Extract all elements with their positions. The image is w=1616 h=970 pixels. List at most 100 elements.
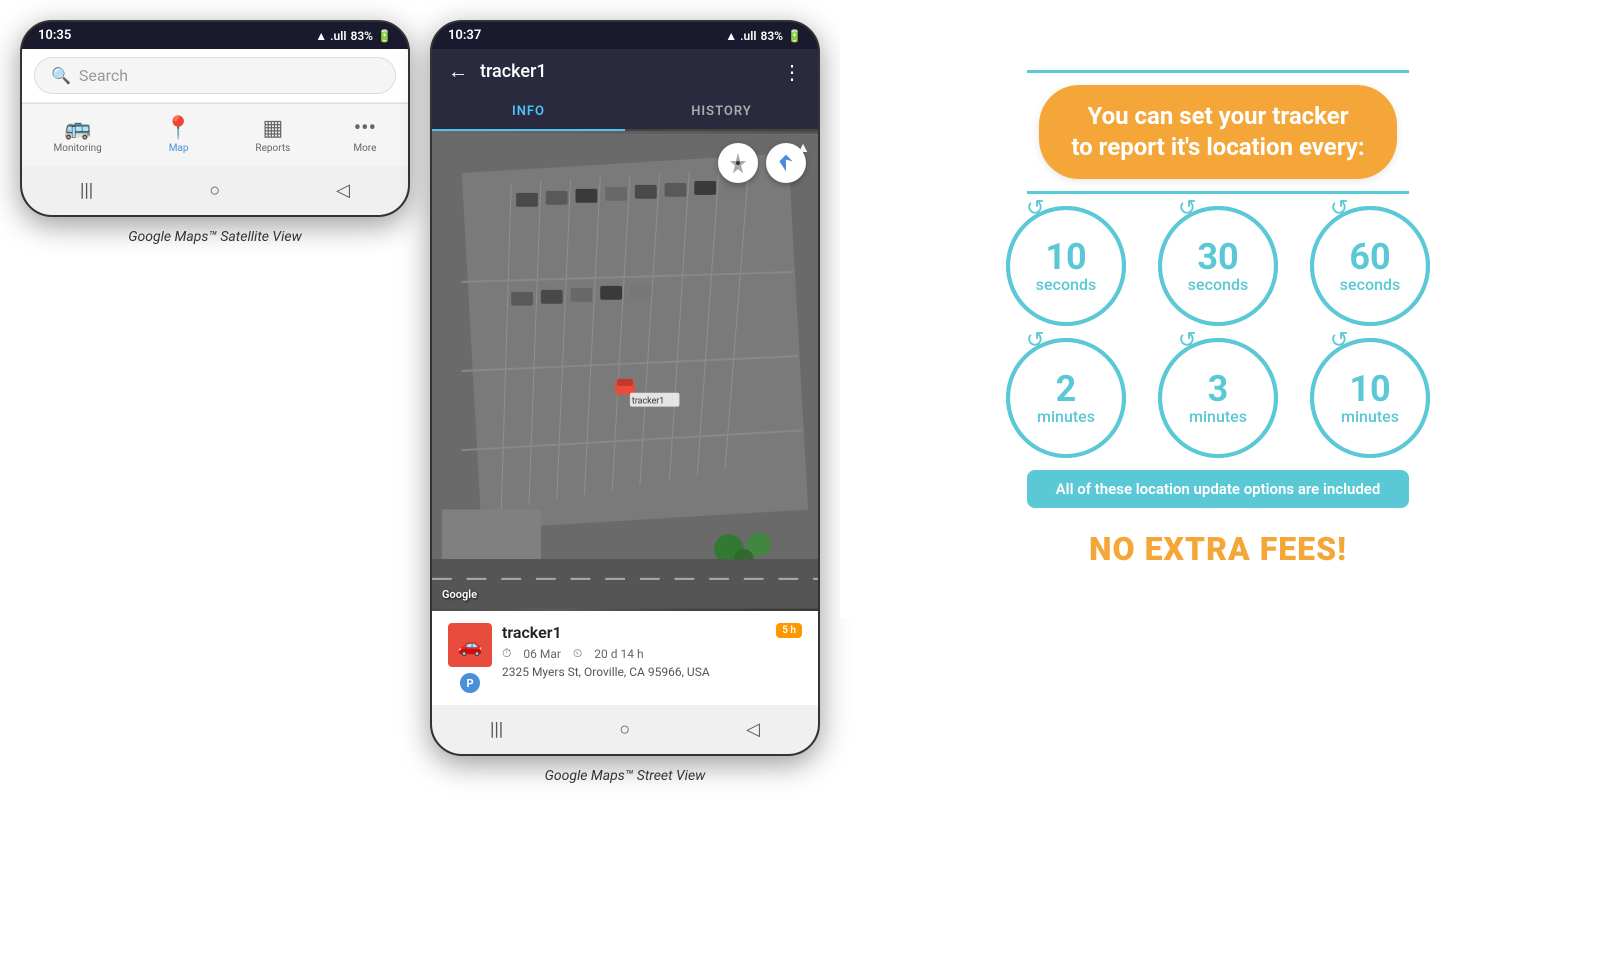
phone1-mockup: 10:35 ▲ .ull 83% 🔋 🔍 Search [20,20,410,217]
circles-row-1: ↺ 10 seconds ↺ 30 seconds ↺ 60 seconds [1006,206,1430,326]
tracker-row: 🚗 P tracker1 ⏱ 06 Mar ⏲ 20 d 14 h 2325 M… [448,623,802,693]
arrow-10s: ↺ [1026,196,1044,221]
arrow-3m: ↺ [1178,328,1196,353]
directions-button-2[interactable] [766,143,806,183]
back-arrow-icon[interactable]: ← [448,59,468,84]
svg-text:tracker1: tracker1 [632,397,664,407]
status-bar-1: 10:35 ▲ .ull 83% 🔋 [22,22,408,49]
arrow-30s: ↺ [1178,196,1196,221]
tracker-address: 2325 Myers St, Oroville, CA 95966, USA [502,665,766,679]
sys-back-1[interactable]: ◁ [320,176,366,205]
info-headline: You can set your tracker to report it's … [1039,85,1396,179]
sys-recent-2[interactable]: ||| [474,715,519,744]
signal-icon-1: ▲ .ull [315,29,346,43]
phone2-wrapper: 10:37 ▲ .ull 83% 🔋 ← tracker1 ⋮ INFO HIS… [430,20,820,796]
interval-circle-10m: ↺ 10 minutes [1310,338,1430,458]
search-icon: 🔍 [51,66,71,85]
timer-icon: ⏲ [573,646,582,661]
circle-num-3m: 3 [1208,371,1229,407]
nav-reports-label: Reports [255,143,290,154]
tracker-details: tracker1 ⏱ 06 Mar ⏲ 20 d 14 h 2325 Myers… [502,623,766,679]
interval-circle-30s: ↺ 30 seconds [1158,206,1278,326]
tracker-duration: 20 d 14 h [594,647,643,661]
more-menu-icon[interactable]: ⋮ [782,60,802,84]
circle-num-30s: 30 [1197,239,1238,275]
tab-bar-2: INFO HISTORY [432,94,818,131]
headline-line1: You can set your tracker [1087,102,1348,130]
tracker-meta: ⏱ 06 Mar ⏲ 20 d 14 h [502,646,766,661]
phone1-wrapper: 10:35 ▲ .ull 83% 🔋 🔍 Search [20,20,410,257]
circle-unit-30s: seconds [1188,275,1248,294]
arrow-60s: ↺ [1330,196,1348,221]
phone2-title: tracker1 [480,61,770,82]
google-logo-2: Google [442,588,477,601]
interval-circle-3m: ↺ 3 minutes [1158,338,1278,458]
system-nav-1: ||| ○ ◁ [22,166,408,215]
circle-unit-60s: seconds [1340,275,1400,294]
battery-icon-1: 🔋 [377,29,392,43]
more-icon: ••• [354,116,376,141]
nav-more[interactable]: ••• More [345,112,384,158]
nav-more-label: More [353,143,376,154]
sys-back-2[interactable]: ◁ [730,715,776,744]
phone2-mockup: 10:37 ▲ .ull 83% 🔋 ← tracker1 ⋮ INFO HIS… [430,20,820,756]
info-panel-content: You can set your tracker to report it's … [986,40,1450,598]
no-extra-fees: NO EXTRA FEES! [1089,530,1347,568]
circle-num-60s: 60 [1349,239,1390,275]
tracker-name: tracker1 [502,623,562,642]
clock-icon: ⏱ [502,646,511,661]
nav-reports[interactable]: ▦ Reports [247,112,298,158]
battery-icon-2: 🔋 [787,29,802,43]
search-input[interactable]: 🔍 Search [34,57,396,94]
circle-unit-2m: minutes [1037,407,1095,426]
street-map[interactable]: tracker1 Google [432,131,818,611]
directions-icon-2 [776,153,796,173]
nav-map[interactable]: 📍 Map [157,112,200,158]
tracker-date: 06 Mar [523,647,561,661]
interval-circle-60s: ↺ 60 seconds [1310,206,1430,326]
headline-line2: to report it's location every: [1071,133,1364,161]
search-bar: 🔍 Search [22,49,408,103]
no-fees-banner: All of these location update options are… [1027,470,1409,508]
phone2-header: ← tracker1 ⋮ [432,49,818,94]
circles-row-2: ↺ 2 minutes ↺ 3 minutes ↺ 10 minutes [1006,338,1430,458]
circle-num-2m: 2 [1056,371,1077,407]
info-panel: You can set your tracker to report it's … [840,20,1596,618]
sys-home-1[interactable]: ○ [193,176,236,205]
status-bar-2: 10:37 ▲ .ull 83% 🔋 [432,22,818,49]
signal-icon-2: ▲ .ull [725,29,756,43]
nav-map-label: Map [169,143,189,154]
status-time-2: 10:37 [448,28,481,43]
interval-circle-10s: ↺ 10 seconds [1006,206,1126,326]
interval-circle-2m: ↺ 2 minutes [1006,338,1126,458]
battery-2: 83% [760,29,783,43]
status-icons-1: ▲ .ull 83% 🔋 [315,29,392,43]
nav-monitoring[interactable]: 🚌 Monitoring [46,112,110,158]
search-placeholder: Search [79,66,128,85]
circle-num-10m: 10 [1349,371,1390,407]
map-icon: 📍 [165,116,192,141]
caption-phone2: Google Maps™ Street View [545,756,706,796]
compass-icon-2 [726,151,750,175]
tracker-car-icon: 🚗 [448,623,492,667]
battery-1: 83% [350,29,373,43]
circle-unit-10m: minutes [1341,407,1399,426]
bottom-nav-1: 🚌 Monitoring 📍 Map ▦ Reports ••• More [22,103,408,166]
tracker-name-row: tracker1 [502,623,766,642]
parking-lot: tracker1 Google [432,131,818,611]
circle-unit-10s: seconds [1036,275,1096,294]
system-nav-2: ||| ○ ◁ [432,705,818,754]
compass-button-2[interactable] [718,143,758,183]
sys-home-2[interactable]: ○ [603,715,646,744]
arrow-2m: ↺ [1026,328,1044,353]
time-badge: 5 h [776,623,802,638]
parking-badge: P [460,673,480,693]
circle-num-10s: 10 [1045,239,1086,275]
tracker-info-panel: 🚗 P tracker1 ⏱ 06 Mar ⏲ 20 d 14 h 2325 M… [432,611,818,705]
sys-recent-1[interactable]: ||| [64,176,109,205]
tab-info[interactable]: INFO [432,94,625,131]
status-time-1: 10:35 [38,28,71,43]
nav-monitoring-label: Monitoring [54,143,102,154]
tab-history[interactable]: HISTORY [625,94,818,129]
status-icons-2: ▲ .ull 83% 🔋 [725,29,802,43]
